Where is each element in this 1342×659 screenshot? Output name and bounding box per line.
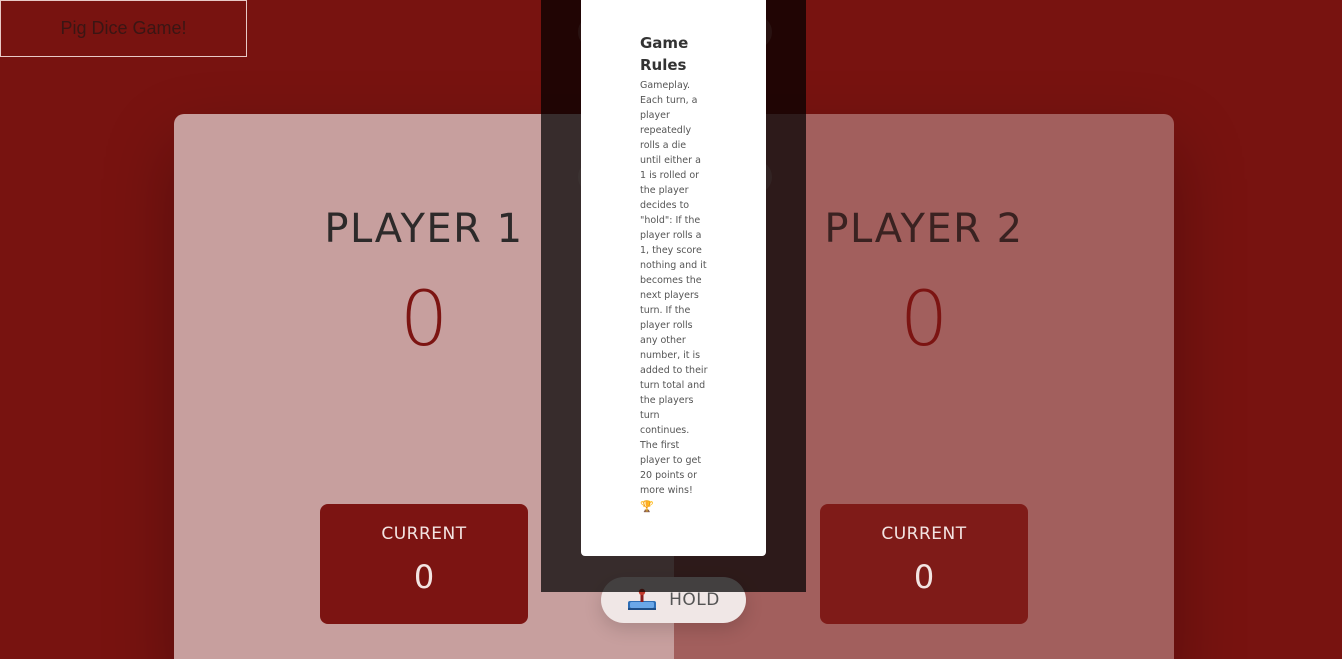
player-2-current-box: CURRENT 0 <box>820 504 1028 624</box>
player-2-current-label: CURRENT <box>881 524 967 544</box>
page-title: Pig Dice Game! <box>0 0 247 57</box>
player-1-score: 0 <box>399 274 449 363</box>
player-1-current-box: CURRENT 0 <box>320 504 528 624</box>
app-stage: Pig Dice Game! PLAYER 1 0 CURRENT 0 PLAY… <box>0 0 1342 659</box>
game-rules-modal: Game Rules Gameplay. Each turn, a player… <box>581 0 766 556</box>
modal-title: Game Rules <box>640 34 689 74</box>
player-2-score: 0 <box>899 274 949 363</box>
player-1-name: PLAYER 1 <box>324 206 524 252</box>
player-1-current-label: CURRENT <box>381 524 467 544</box>
modal-body: Gameplay. Each turn, a player repeatedly… <box>640 80 708 496</box>
player-2-name: PLAYER 2 <box>824 206 1024 252</box>
player-1-current-score: 0 <box>413 558 435 596</box>
hold-label: HOLD <box>669 590 720 610</box>
trophy-icon: 🏆 <box>640 500 654 513</box>
player-2-current-score: 0 <box>913 558 935 596</box>
